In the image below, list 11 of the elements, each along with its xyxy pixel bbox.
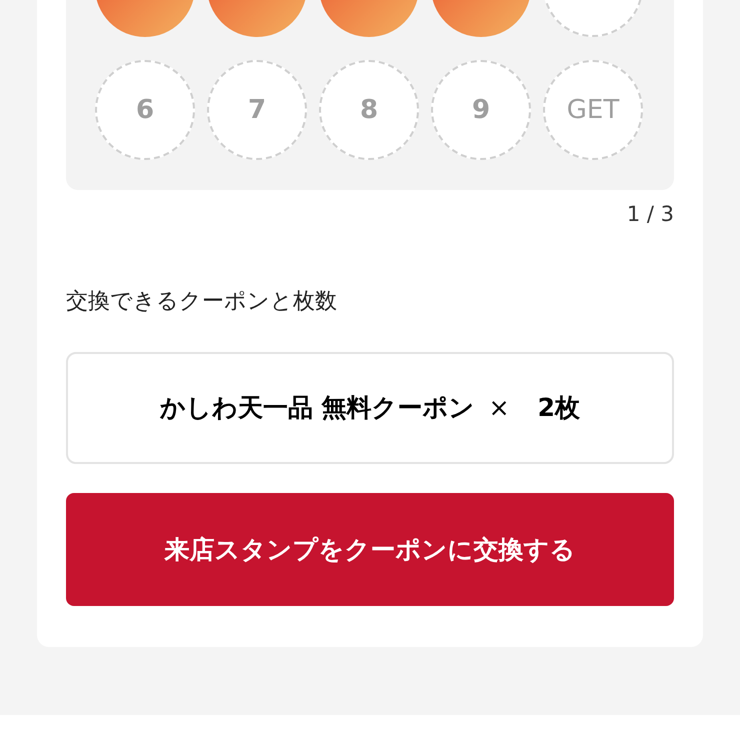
section-heading: 交換できるクーポンと枚数 bbox=[66, 288, 338, 316]
multiply-sign: × bbox=[488, 392, 510, 424]
coupon-name: かしわ天一品 無料クーポン bbox=[160, 392, 475, 424]
coupon-count: 2枚 bbox=[538, 392, 580, 424]
stamp-slot: 7 bbox=[207, 60, 307, 160]
stamp-slot: 9 bbox=[431, 60, 531, 160]
page-indicator: 1 / 3 bbox=[626, 201, 674, 228]
exchange-button[interactable]: 来店スタンプをクーポンに交換する bbox=[66, 493, 674, 606]
goal-stamp-slot: GET bbox=[543, 60, 643, 160]
stamp-slot: 6 bbox=[95, 60, 195, 160]
stamp-slot: 8 bbox=[319, 60, 419, 160]
